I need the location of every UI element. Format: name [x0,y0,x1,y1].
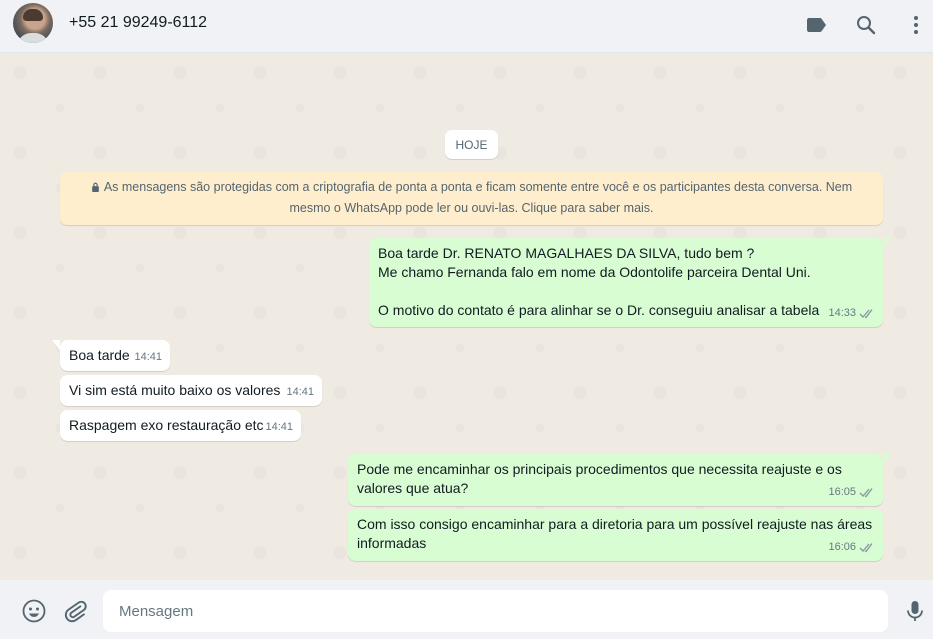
message-bubble-incoming[interactable]: Raspagem exo restauração etc 14:41 [60,410,301,441]
message-bubble-outgoing[interactable]: Com isso consigo encaminhar para a diret… [348,509,883,561]
conversation-panel: HOJE As mensagens são protegidas com a c… [0,53,933,580]
message-text: Raspagem exo restauração etc [69,417,264,433]
menu-icon[interactable] [904,13,928,37]
double-check-icon [859,309,873,319]
message-bubble-incoming[interactable]: Boa tarde 14:41 [52,340,170,371]
message-time: 14:41 [265,421,293,433]
message-time: 16:06 [828,541,856,553]
encryption-notice[interactable]: As mensagens são protegidas com a cripto… [60,172,883,225]
date-divider: HOJE [445,130,498,159]
message-time: 14:41 [286,386,314,398]
chat-header: +55 21 99249-6112 [0,0,933,53]
mic-icon[interactable] [902,598,928,624]
double-check-icon [859,488,873,498]
message-input[interactable] [103,590,888,632]
search-icon[interactable] [854,13,878,37]
message-bubble-outgoing[interactable]: Boa tarde Dr. RENATO MAGALHAES DA SILVA,… [369,238,891,327]
message-bubble-incoming[interactable]: Vi sim está muito baixo os valores 14:41 [60,375,322,406]
message-time: 14:41 [134,351,162,363]
message-time: 14:33 [828,307,856,319]
compose-bar [0,580,933,639]
double-check-icon [859,543,873,553]
contact-avatar[interactable] [13,3,53,43]
lock-icon [91,182,99,192]
label-icon[interactable] [804,13,828,37]
encryption-notice-text: As mensagens são protegidas com a cripto… [103,180,853,215]
message-time: 16:05 [828,486,856,498]
message-text: Pode me encaminhar os principais procedi… [357,461,846,496]
message-bubble-outgoing[interactable]: Pode me encaminhar os principais procedi… [348,454,891,506]
emoji-icon[interactable] [21,598,47,624]
attach-icon[interactable] [62,598,88,624]
message-text: Vi sim está muito baixo os valores [69,382,281,398]
message-text: Boa tarde Dr. RENATO MAGALHAES DA SILVA,… [378,245,820,318]
message-text: Com isso consigo encaminhar para a diret… [357,516,877,551]
contact-name[interactable]: +55 21 99249-6112 [69,14,207,32]
